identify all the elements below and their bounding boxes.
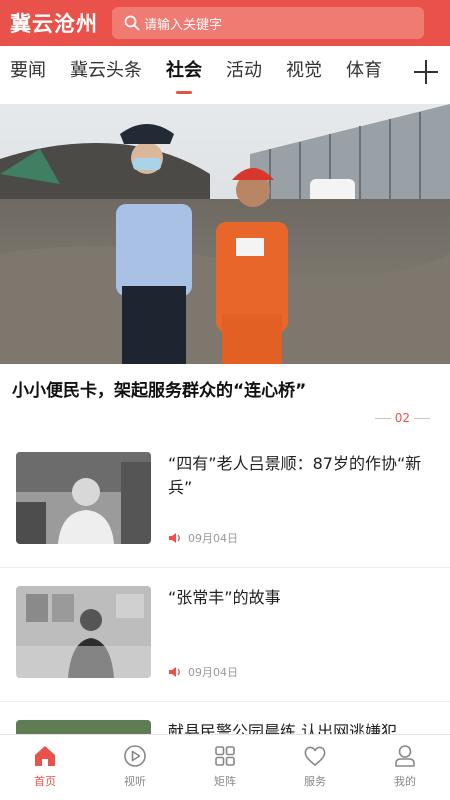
search-bar[interactable]: 请输入关键字 [112, 7, 424, 39]
speaker-icon [169, 667, 180, 677]
tab-label: 社会 [166, 60, 202, 81]
tab-visual[interactable]: 视觉 [286, 46, 322, 104]
news-date: 09月04日 [188, 532, 238, 545]
nav-matrix[interactable]: 矩阵 [180, 735, 270, 800]
news-title: “张常丰”的故事 [168, 588, 281, 607]
list-item[interactable]: “四有”老人吕景顺：87岁的作协“新兵” 09月04日 [0, 434, 450, 568]
news-thumbnail[interactable] [16, 452, 151, 544]
nav-label: 服务 [304, 775, 326, 788]
news-thumbnail[interactable] [16, 586, 151, 678]
tab-label: 活动 [226, 60, 262, 81]
tab-headlines[interactable]: 冀云头条 [70, 46, 142, 104]
tab-list: 要闻 冀云头条 社会 活动 视觉 体育 [0, 46, 410, 104]
play-icon [124, 745, 146, 767]
indicator-line [374, 417, 391, 419]
add-channel-icon[interactable] [412, 58, 440, 86]
speaker-icon [169, 533, 180, 543]
list-item[interactable]: “张常丰”的故事 09月04日 [0, 568, 450, 702]
search-icon [124, 15, 140, 31]
tab-label: 体育 [346, 60, 382, 81]
tab-label: 要闻 [10, 60, 46, 81]
hero-photo[interactable] [0, 104, 450, 364]
user-icon [395, 745, 415, 767]
tab-news[interactable]: 要闻 [10, 46, 46, 104]
news-meta: 09月04日 [168, 664, 238, 680]
hero-carousel[interactable]: 小小便民卡，架起服务群众的“连心桥” 02 [0, 104, 450, 434]
channel-tabs: 要闻 冀云头条 社会 活动 视觉 体育 [0, 46, 450, 104]
page-number: 02 [394, 411, 410, 425]
indicator-line [414, 417, 430, 419]
news-date: 09月04日 [188, 666, 238, 679]
nav-profile[interactable]: 我的 [360, 735, 450, 800]
news-meta: 09月04日 [168, 530, 238, 546]
tab-label: 冀云头条 [70, 60, 142, 81]
grid-icon [215, 746, 235, 766]
news-list: “四有”老人吕景顺：87岁的作协“新兵” 09月04日 “张常丰”的故事 09月… [0, 434, 450, 734]
app-logo: 冀云沧州 [10, 12, 98, 36]
hero-title[interactable]: 小小便民卡，架起服务群众的“连心桥” [12, 376, 306, 401]
nav-label: 首页 [34, 775, 56, 788]
nav-services[interactable]: 服务 [270, 735, 360, 800]
nav-label: 我的 [394, 775, 416, 788]
top-header: 冀云沧州 请输入关键字 [0, 0, 450, 46]
nav-home[interactable]: 首页 [0, 735, 90, 800]
tab-sports[interactable]: 体育 [346, 46, 382, 104]
home-icon [35, 746, 55, 766]
tab-activities[interactable]: 活动 [226, 46, 262, 104]
tab-label: 视觉 [286, 60, 322, 81]
search-placeholder: 请输入关键字 [144, 17, 223, 33]
nav-media[interactable]: 视听 [90, 735, 180, 800]
carousel-indicator: 02 [371, 411, 434, 425]
tab-society[interactable]: 社会 [166, 46, 202, 104]
active-tab-indicator [176, 91, 192, 94]
list-item[interactable]: 献县民警公园晨练 认出网逃嫌犯 [0, 702, 450, 734]
bottom-navigation: 首页 视听 矩阵 服务 我的 [0, 734, 450, 800]
news-title: 献县民警公园晨练 认出网逃嫌犯 [168, 722, 398, 734]
heart-icon [304, 746, 326, 766]
nav-label: 矩阵 [214, 775, 236, 788]
nav-label: 视听 [124, 775, 146, 788]
news-title: “四有”老人吕景顺：87岁的作协“新兵” [168, 454, 422, 497]
app-screen: 冀云沧州 请输入关键字 要闻 冀云头条 社会 活动 视觉 体育 小小便民卡，架起… [0, 0, 450, 800]
news-thumbnail[interactable] [16, 720, 151, 734]
